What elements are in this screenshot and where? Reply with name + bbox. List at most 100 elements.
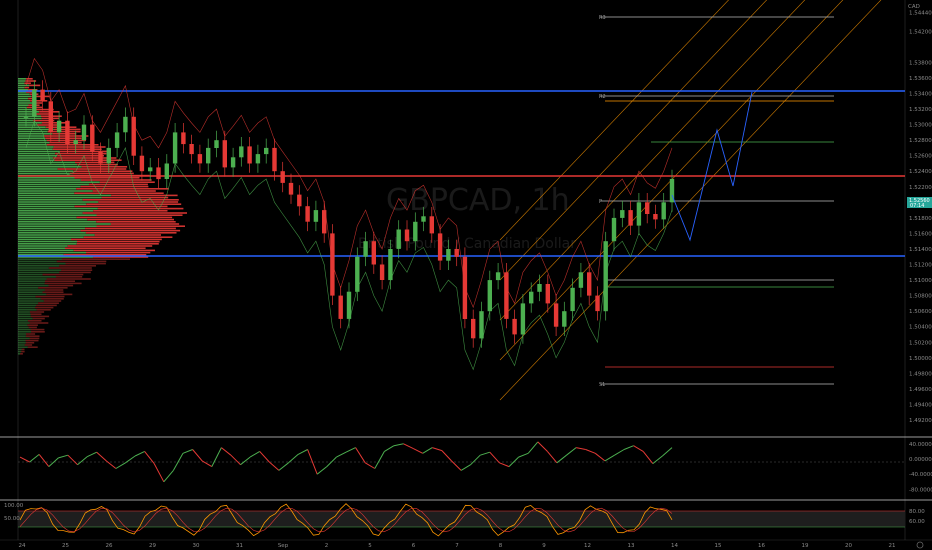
volume-bar-sell bbox=[59, 272, 91, 274]
volume-bar-buy bbox=[18, 199, 83, 201]
volume-bar-sell bbox=[74, 250, 155, 252]
price-tick-label: 1.51600 bbox=[909, 231, 932, 237]
volume-bar-buy bbox=[18, 353, 20, 355]
volume-bar-buy bbox=[18, 102, 32, 104]
candle bbox=[90, 125, 94, 152]
volume-bar-buy bbox=[18, 210, 93, 212]
candle bbox=[140, 156, 144, 172]
trading-chart[interactable]: GBPCAD, 1h British Pound / Canadian Doll… bbox=[0, 0, 932, 550]
volume-bar-sell bbox=[54, 159, 121, 161]
volume-bar-buy bbox=[18, 133, 52, 135]
volume-bar-sell bbox=[25, 344, 32, 346]
stochastic-tick-label: 50.00 bbox=[4, 516, 20, 522]
volume-bar-sell bbox=[62, 258, 130, 260]
volume-bar-sell bbox=[36, 296, 65, 298]
time-tick-label: 16 bbox=[758, 543, 765, 549]
volume-bar-buy bbox=[18, 272, 59, 274]
volume-bar-buy bbox=[18, 225, 97, 227]
candle bbox=[339, 296, 343, 319]
volume-bar-sell bbox=[43, 291, 64, 293]
volume-bar-sell bbox=[45, 280, 75, 282]
volume-bar-sell bbox=[86, 252, 150, 254]
volume-bar-buy bbox=[18, 195, 111, 197]
volume-bar-sell bbox=[26, 335, 40, 337]
candle bbox=[504, 272, 508, 319]
volume-bar-buy bbox=[18, 278, 47, 280]
candle bbox=[496, 272, 500, 280]
volume-bar-buy bbox=[18, 250, 74, 252]
volume-bar-sell bbox=[52, 133, 76, 135]
time-tick-label: 25 bbox=[62, 543, 69, 549]
volume-bar-sell bbox=[33, 318, 45, 320]
volume-bar-sell bbox=[61, 269, 92, 271]
volume-bar-buy bbox=[18, 115, 41, 117]
volume-bar-buy bbox=[18, 201, 98, 203]
candle bbox=[239, 146, 243, 157]
candle bbox=[231, 157, 235, 167]
volume-bar-buy bbox=[18, 307, 35, 309]
candle bbox=[189, 144, 193, 154]
time-axis[interactable]: 24 25 26 29 30 31 Sep 2 5 6 7 8 9 12 13 14 15 16 19 20 21 bbox=[19, 543, 896, 549]
oscillator-tick-label: -80.00000 bbox=[909, 487, 932, 493]
volume-bar-buy bbox=[18, 157, 53, 159]
candle bbox=[570, 288, 574, 311]
volume-bar-sell bbox=[30, 322, 49, 324]
volume-bar-buy bbox=[18, 96, 31, 98]
time-tick-label: 15 bbox=[715, 543, 722, 549]
volume-bar-sell bbox=[81, 186, 149, 188]
volume-bar-buy bbox=[18, 298, 41, 300]
volume-bar-sell bbox=[38, 287, 67, 289]
volume-bar-buy bbox=[18, 87, 25, 89]
volume-bar-sell bbox=[86, 203, 181, 205]
price-tick-label: 1.51400 bbox=[909, 247, 932, 253]
volume-bar-sell bbox=[70, 173, 134, 175]
volume-bar-sell bbox=[98, 208, 183, 210]
volume-bar-buy bbox=[18, 247, 65, 249]
time-tick-label: 31 bbox=[236, 543, 243, 549]
volume-bar-buy bbox=[18, 320, 28, 322]
volume-bar-sell bbox=[57, 261, 107, 263]
volume-bar-buy bbox=[18, 137, 45, 139]
volume-bar-buy bbox=[18, 80, 25, 82]
volume-bar-buy bbox=[18, 318, 33, 320]
price-tick-label: 1.49800 bbox=[909, 371, 932, 377]
volume-bar-buy bbox=[18, 107, 27, 109]
price-tick-label: 1.51000 bbox=[909, 278, 932, 284]
volume-bar-buy bbox=[18, 146, 54, 148]
candle bbox=[314, 210, 318, 222]
volume-bar-buy bbox=[18, 344, 25, 346]
price-tick-label: 1.53000 bbox=[909, 123, 932, 129]
candle bbox=[397, 230, 401, 249]
volume-bar-sell bbox=[89, 184, 148, 186]
candle bbox=[595, 296, 599, 312]
volume-bar-buy bbox=[18, 184, 89, 186]
volume-bar-sell bbox=[111, 195, 178, 197]
volume-bar-buy bbox=[18, 151, 60, 153]
volume-bar-sell bbox=[102, 197, 169, 199]
candle bbox=[322, 210, 326, 233]
volume-bar-buy bbox=[18, 100, 30, 102]
candle bbox=[82, 125, 86, 141]
volume-bar-buy bbox=[18, 313, 31, 315]
volume-bar-buy bbox=[18, 239, 71, 241]
volume-bar-buy bbox=[18, 135, 44, 137]
volume-bar-buy bbox=[18, 245, 68, 247]
volume-bar-sell bbox=[38, 302, 59, 304]
candle bbox=[521, 303, 525, 334]
time-tick-label: 26 bbox=[106, 543, 113, 549]
price-tick-label: 1.50800 bbox=[909, 294, 932, 300]
volume-bar-buy bbox=[18, 234, 95, 236]
volume-bar-sell bbox=[77, 217, 173, 219]
candle bbox=[430, 216, 434, 233]
price-tick-label: 1.50200 bbox=[909, 340, 932, 346]
candle bbox=[620, 210, 624, 218]
volume-bar-buy bbox=[18, 192, 74, 194]
price-tick-label: 1.52200 bbox=[909, 185, 932, 191]
volume-bar-buy bbox=[18, 179, 81, 181]
volume-bar-sell bbox=[26, 78, 33, 80]
volume-bar-buy bbox=[18, 291, 43, 293]
currency-label: CAD bbox=[908, 4, 920, 10]
candle bbox=[455, 249, 459, 257]
candle bbox=[247, 146, 251, 163]
volume-bar-buy bbox=[18, 144, 47, 146]
